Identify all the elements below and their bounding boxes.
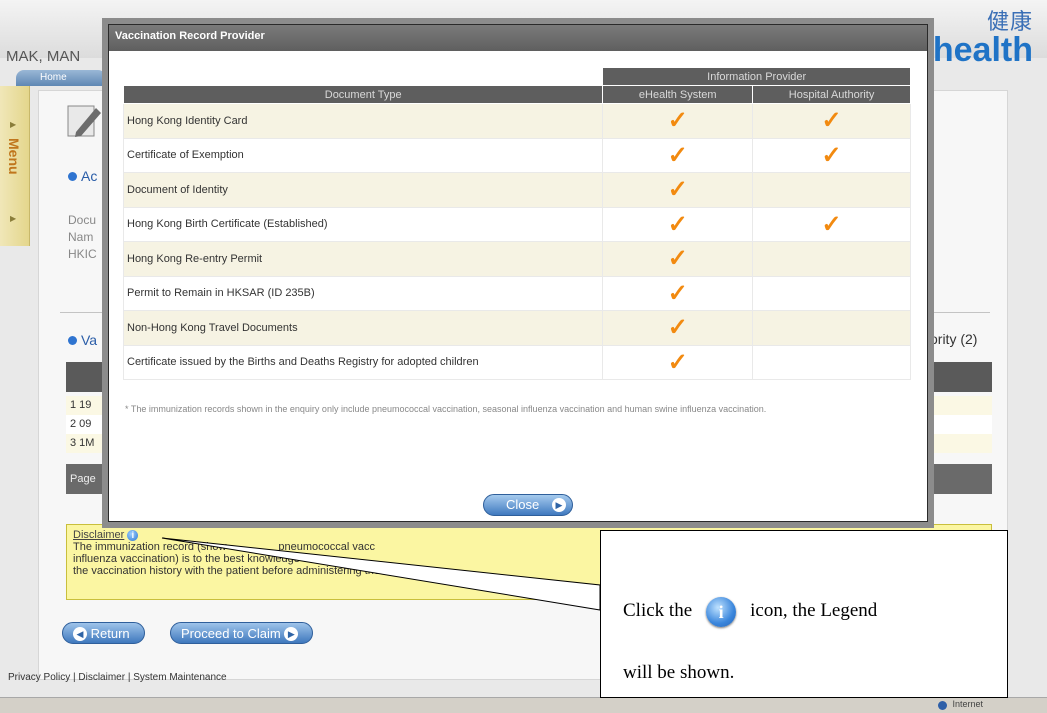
document-type-cell: Hong Kong Birth Certificate (Established…	[122, 206, 604, 242]
checkmark-icon: ✓	[752, 206, 911, 242]
hkic-label: HKIC	[68, 247, 97, 261]
document-type-cell: Certificate of Exemption	[122, 137, 604, 173]
vaccination-record-provider-dialog: Vaccination Record Provider Information …	[108, 24, 928, 522]
checkmark-icon: ✓	[602, 206, 754, 242]
document-type-cell: Hong Kong Identity Card	[122, 103, 604, 139]
menu-tab[interactable]: Menu	[6, 138, 22, 175]
arrow-left-icon: ◀	[73, 627, 87, 641]
table-row: Certificate issued by the Births and Dea…	[122, 344, 911, 380]
empty-cell	[752, 172, 911, 208]
instruction-callout: Click the i icon, the Legend will be shown…	[600, 530, 1008, 698]
checkmark-icon: ✓	[602, 172, 754, 208]
checkmark-icon: ✓	[602, 310, 754, 346]
table-row: Certificate of Exemption ✓ ✓	[122, 137, 911, 173]
immunization-note: * The immunization records shown in the …	[125, 404, 767, 414]
empty-cell	[752, 344, 911, 380]
checkmark-icon: ✓	[752, 103, 911, 139]
rail-arrow-icon[interactable]: ▶	[10, 214, 16, 223]
table-row: Hong Kong Re-entry Permit ✓	[122, 241, 911, 277]
information-provider-header: Information Provider	[602, 67, 911, 86]
home-tab[interactable]: Home	[16, 70, 106, 86]
document-type-cell: Document of Identity	[122, 172, 604, 208]
return-button[interactable]: ◀ Return	[62, 622, 145, 644]
proceed-label: Proceed to Claim	[181, 626, 281, 641]
disclaimer-title[interactable]: Disclaimer	[73, 529, 124, 541]
document-type-header: Document Type	[122, 85, 604, 104]
table-row: Non-Hong Kong Travel Documents ✓	[122, 310, 911, 346]
provider-table: Information Provider Document Type eHeal…	[122, 67, 911, 380]
user-name: MAK, MAN	[6, 48, 81, 65]
document-type-cell: Hong Kong Re-entry Permit	[122, 241, 604, 277]
callout-line-1: Click the i icon, the Legend	[623, 597, 877, 627]
checkmark-icon: ✓	[602, 275, 754, 311]
logo-english-text: health	[932, 31, 1033, 69]
hospital-authority-count: ority (2)	[930, 331, 978, 347]
table-row: Document of Identity ✓	[122, 172, 911, 208]
document-type-cell: Certificate issued by the Births and Dea…	[122, 344, 604, 380]
section-vaccination: Va	[68, 332, 97, 348]
document-type-cell: Non-Hong Kong Travel Documents	[122, 310, 604, 346]
arrow-right-icon: ▶	[552, 498, 566, 512]
checkmark-icon: ✓	[602, 241, 754, 277]
checkmark-icon: ✓	[602, 103, 754, 139]
proceed-to-claim-button[interactable]: Proceed to Claim ▶	[170, 622, 314, 644]
empty-cell	[752, 241, 911, 277]
close-button[interactable]: Close ▶	[483, 494, 573, 516]
checkmark-icon: ✓	[752, 137, 911, 173]
zone-label: Internet	[952, 699, 983, 709]
internet-zone-icon	[938, 701, 947, 710]
edit-pencil-icon	[67, 105, 101, 137]
table-row: Hong Kong Birth Certificate (Established…	[122, 206, 911, 242]
document-type-cell: Permit to Remain in HKSAR (ID 235B)	[122, 275, 604, 311]
info-icon[interactable]: i	[127, 529, 139, 541]
empty-cell	[752, 310, 911, 346]
footer-links[interactable]: Privacy Policy | Disclaimer | System Mai…	[8, 672, 227, 683]
doc-label: Docu	[68, 213, 97, 227]
document-info-labels: Docu Nam HKIC	[68, 212, 97, 263]
table-row: Permit to Remain in HKSAR (ID 235B) ✓	[122, 275, 911, 311]
empty-cell	[752, 275, 911, 311]
section-account: Ac	[68, 168, 97, 184]
arrow-right-icon: ▶	[284, 627, 299, 641]
dialog-title: Vaccination Record Provider	[109, 25, 927, 51]
browser-status-bar: Internet	[0, 697, 1047, 713]
checkmark-icon: ✓	[602, 344, 754, 380]
table-row: Hong Kong Identity Card ✓ ✓	[122, 103, 911, 139]
info-icon: i	[706, 597, 737, 627]
return-label: Return	[90, 626, 130, 641]
ehealth-system-header: eHealth System	[602, 85, 754, 104]
hospital-authority-header: Hospital Authority	[752, 85, 911, 104]
rail-arrow-icon[interactable]: ▶	[10, 120, 16, 129]
checkmark-icon: ✓	[602, 137, 754, 173]
callout-text-after: icon, the Legend	[750, 600, 878, 621]
callout-text-before: Click the	[623, 600, 693, 621]
empty-header-cell	[123, 67, 603, 86]
name-label: Nam	[68, 230, 94, 244]
close-label: Close	[506, 497, 540, 512]
callout-line-2: will be shown.	[623, 662, 735, 683]
ehealth-logo: 健康 health	[932, 4, 1033, 69]
